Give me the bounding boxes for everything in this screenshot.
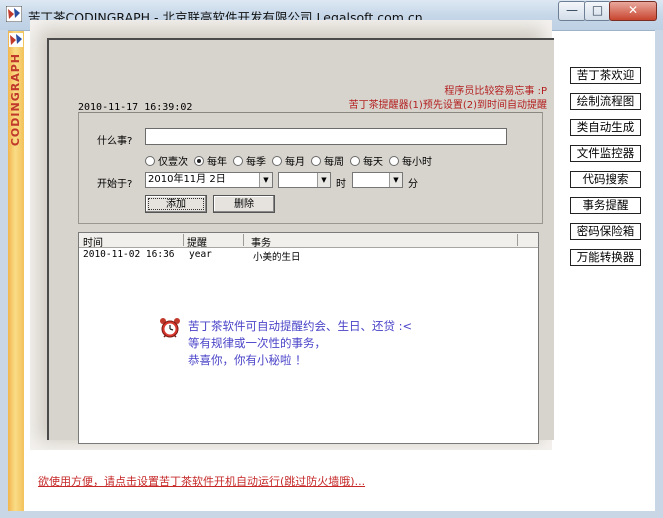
- promo-line-1: 苦丁茶软件可自动提醒约会、生日、还贷 :<: [188, 319, 413, 333]
- repeat-radio-option[interactable]: 每小时: [389, 153, 432, 168]
- row-remind: year: [189, 249, 212, 260]
- chevron-down-icon[interactable]: ▼: [259, 173, 272, 187]
- promo-line-2: 等有规律或一次性的事务，: [188, 336, 326, 350]
- repeat-radio-option[interactable]: 每周: [311, 153, 344, 168]
- hour-unit: 时: [336, 179, 346, 190]
- minute-select[interactable]: ▼: [352, 172, 403, 188]
- radio-button-icon[interactable]: [272, 156, 282, 166]
- radio-label: 每周: [324, 157, 344, 168]
- brand-icon: [9, 33, 23, 47]
- autostart-link[interactable]: 欲使用方便，请点击设置苦丁茶软件开机自动运行(跳过防火墙哦)...: [38, 473, 365, 489]
- what-input[interactable]: [145, 128, 507, 145]
- nav-file-monitor-button[interactable]: 文件监控器: [570, 145, 641, 162]
- radio-label: 每年: [207, 157, 227, 168]
- brand-strip: CODINGRAPH: [8, 31, 24, 511]
- brand-wordmark: CODINGRAPH: [9, 53, 22, 147]
- radio-label: 仅壹次: [158, 157, 188, 168]
- date-value: 2010年11月 2日: [148, 174, 226, 185]
- radio-button-icon[interactable]: [233, 156, 243, 166]
- repeat-options: 仅壹次 每年 每季 每月 每周 每天 每小时: [145, 153, 438, 168]
- hour-select[interactable]: ▼: [278, 172, 331, 188]
- radio-button-icon[interactable]: [350, 156, 360, 166]
- nav-code-search-button[interactable]: 代码搜索: [570, 171, 641, 188]
- add-button[interactable]: 添加: [145, 195, 207, 213]
- nav-password-safe-button[interactable]: 密码保险箱: [570, 223, 641, 240]
- nav-reminder-button[interactable]: 事务提醒: [570, 197, 641, 214]
- minimize-button[interactable]: —: [558, 1, 586, 21]
- radio-label: 每月: [285, 157, 305, 168]
- chevron-down-icon[interactable]: ▼: [389, 173, 402, 187]
- chevron-down-icon[interactable]: ▼: [317, 173, 330, 187]
- repeat-radio-option[interactable]: 每年: [194, 153, 227, 168]
- nav-flowchart-button[interactable]: 绘制流程图: [570, 93, 641, 110]
- window-frame-right: [655, 30, 663, 518]
- table-row[interactable]: 2010-11-02 16:36 year 小美的生日: [79, 249, 538, 263]
- maximize-button[interactable]: □: [584, 1, 611, 21]
- list-header: 时间 提醒 事务: [79, 233, 538, 249]
- close-button[interactable]: ✕: [609, 1, 657, 21]
- radio-label: 每小时: [402, 157, 432, 168]
- nav-welcome-button[interactable]: 苦丁茶欢迎: [570, 67, 641, 84]
- repeat-radio-option[interactable]: 每天: [350, 153, 383, 168]
- column-header-time[interactable]: 时间: [83, 234, 184, 249]
- row-time: 2010-11-02 16:36: [83, 249, 175, 260]
- minute-unit: 分: [408, 179, 418, 190]
- repeat-radio-option[interactable]: 每月: [272, 153, 305, 168]
- radio-button-icon[interactable]: [145, 156, 155, 166]
- memo-title: 程序员比较容易忘事 :P: [444, 86, 547, 97]
- radio-button-icon[interactable]: [194, 156, 204, 166]
- radio-label: 每天: [363, 157, 383, 168]
- nav-class-gen-button[interactable]: 类自动生成: [570, 119, 641, 136]
- start-label: 开始于?: [97, 179, 133, 190]
- column-header-remind[interactable]: 提醒: [187, 234, 244, 249]
- app-icon: [6, 6, 22, 22]
- memo-subtitle: 苦丁茶提醒器(1)预先设置(2)到时间自动提醒: [348, 100, 547, 111]
- repeat-radio-option[interactable]: 每季: [233, 153, 266, 168]
- nav-converter-button[interactable]: 万能转换器: [570, 249, 641, 266]
- promo-text: 苦丁茶软件可自动提醒约会、生日、还贷 :< 等有规律或一次性的事务， 恭喜你，你…: [188, 318, 412, 369]
- promo-line-3: 恭喜你，你有小秘啦 ！: [188, 353, 307, 367]
- date-picker[interactable]: 2010年11月 2日 ▼: [145, 172, 273, 188]
- window-frame-bottom: [0, 511, 663, 518]
- radio-button-icon[interactable]: [389, 156, 399, 166]
- repeat-radio-option[interactable]: 仅壹次: [145, 153, 188, 168]
- column-header-task[interactable]: 事务: [251, 234, 518, 249]
- window-frame-left: [0, 30, 8, 518]
- radio-label: 每季: [246, 157, 266, 168]
- what-label: 什么事?: [97, 136, 133, 147]
- row-task: 小美的生日: [253, 252, 301, 263]
- delete-button[interactable]: 删除: [213, 195, 275, 213]
- alarm-clock-icon: [160, 318, 180, 338]
- radio-button-icon[interactable]: [311, 156, 321, 166]
